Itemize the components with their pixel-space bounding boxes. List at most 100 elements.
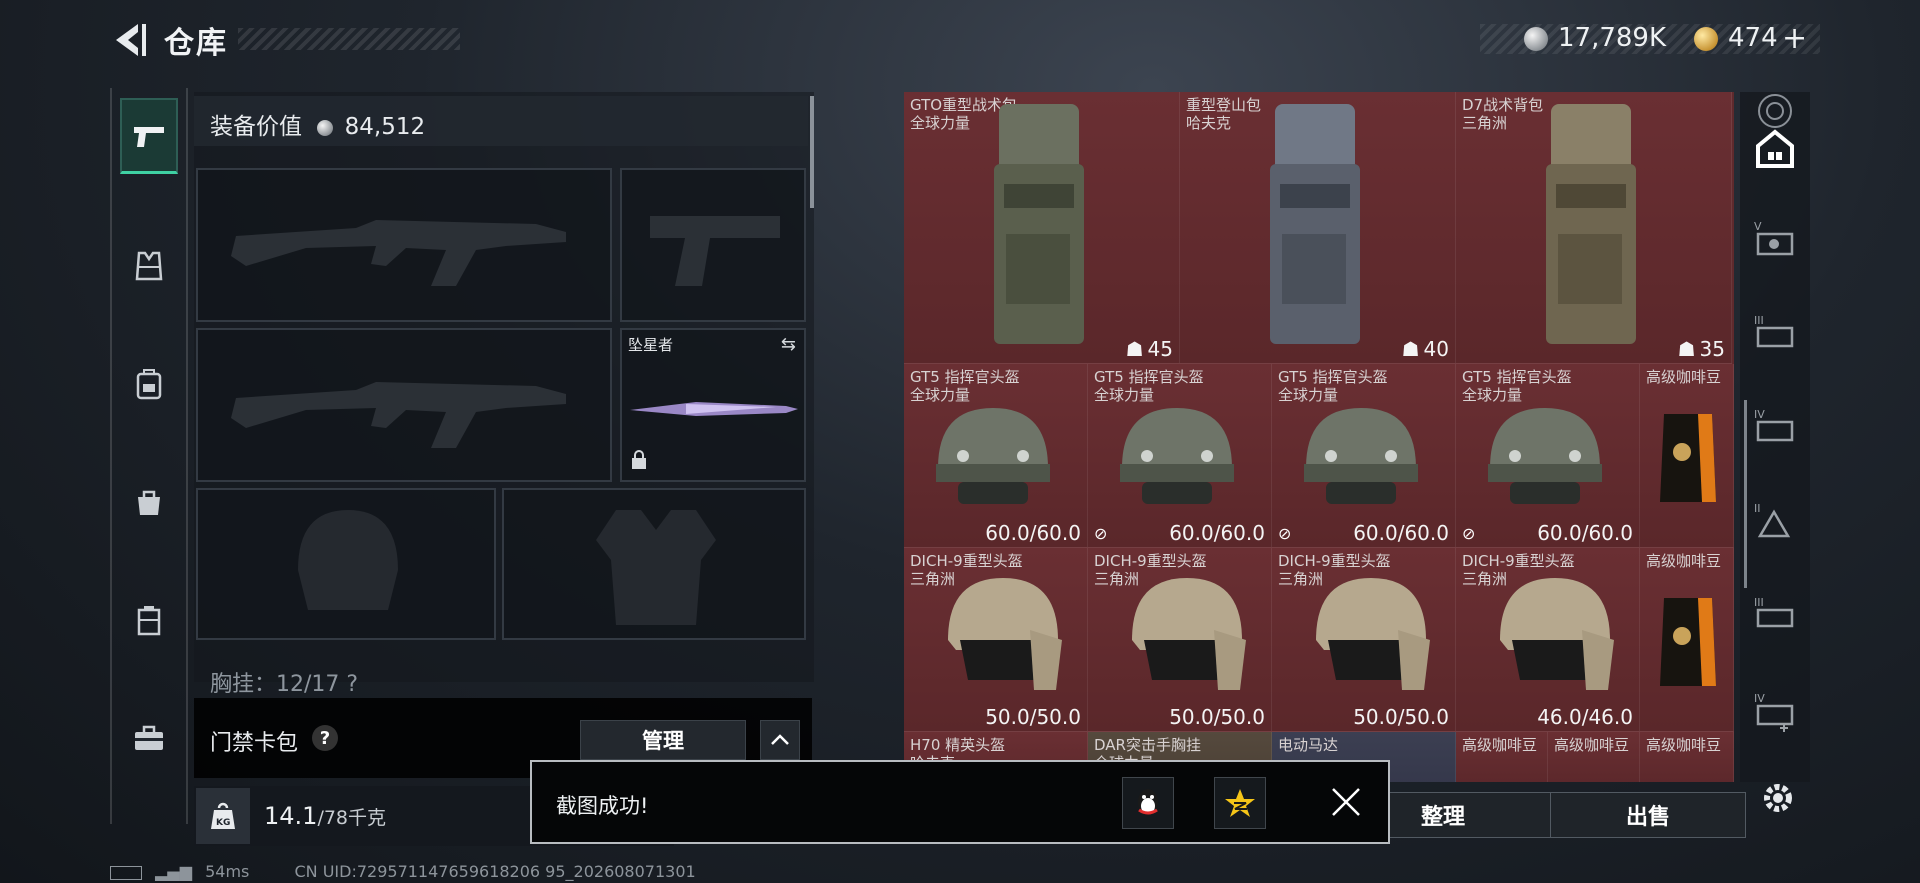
item-cell[interactable]: GT5 指挥官头盔 全球力量 ⊘ 60.0/60.0 <box>1088 364 1272 548</box>
vest-icon <box>135 251 163 281</box>
status-bar: ▂▄▆ 54ms CN UID:729571147659618206 95_20… <box>110 862 696 881</box>
add-gold-button[interactable]: + <box>1782 21 1807 56</box>
capacity-label: ☗ 45 <box>1126 337 1173 361</box>
helmet-item-icon <box>1500 578 1614 690</box>
ping-text: 54ms <box>205 862 250 881</box>
equipment-value-title: 装备价值 <box>210 114 302 140</box>
uid-text: CN UID:729571147659618206 95_20260807130… <box>294 862 696 881</box>
svg-text:III: III <box>1754 596 1764 609</box>
nav-backpack[interactable] <box>120 346 178 422</box>
item-faction: 三角洲 <box>1462 114 1508 132</box>
helmet-item-icon <box>1304 408 1418 504</box>
item-cell[interactable]: GT5 指挥官头盔 全球力量 ⊘ 60.0/60.0 <box>1272 364 1456 548</box>
item-faction: 全球力量 <box>910 114 971 132</box>
item-cell[interactable]: 高级咖啡豆 <box>1640 732 1734 782</box>
secondary-weapon-slot[interactable] <box>196 328 612 482</box>
back-icon[interactable] <box>108 18 148 62</box>
weight-icon-text: KG <box>216 818 231 828</box>
item-capacity: 35 <box>1699 337 1725 361</box>
durability: 60.0/60.0 <box>1353 521 1449 545</box>
item-name: 高级咖啡豆 <box>1646 552 1722 570</box>
helmet-item-icon <box>936 408 1050 504</box>
svg-text:IV: IV <box>1754 692 1765 705</box>
manage-button[interactable]: 管理 <box>580 720 746 760</box>
swap-icon[interactable]: ⇆ <box>781 334 796 355</box>
collapse-button[interactable] <box>760 720 800 760</box>
item-cell[interactable]: GTO重型战术包 全球力量 ☗ 45 <box>904 92 1180 364</box>
knife-icon <box>630 402 798 416</box>
help-icon[interactable]: ? <box>312 725 338 751</box>
gold-amount: 474 <box>1728 23 1778 53</box>
backpack-item-icon <box>994 104 1084 344</box>
nav-bag[interactable] <box>120 464 178 540</box>
chest-rig-capacity[interactable]: 胸挂：12/17 ? <box>210 666 358 698</box>
close-icon[interactable] <box>1330 786 1362 822</box>
helmet-item-icon <box>1316 578 1430 690</box>
loadout-scrollbar[interactable] <box>810 96 814 208</box>
item-capacity: 45 <box>1147 337 1173 361</box>
category-sidebar <box>110 88 188 824</box>
item-cell[interactable]: GT5 指挥官头盔 全球力量 60.0/60.0 <box>904 364 1088 548</box>
primary-weapon-slot[interactable] <box>196 168 612 322</box>
weight-small-icon: ☗ <box>1677 337 1696 361</box>
armor-slot[interactable] <box>502 488 806 640</box>
item-faction: 哈夫克 <box>1186 114 1232 132</box>
melee-slot[interactable]: 坠星者 ⇆ <box>620 328 806 482</box>
capacity-label: ☗ 40 <box>1402 337 1449 361</box>
storage-iii-icon[interactable]: III <box>1752 310 1798 356</box>
svg-text:IV: IV <box>1754 408 1765 421</box>
item-cell[interactable]: GT5 指挥官头盔 全球力量 ⊘ 60.0/60.0 <box>1456 364 1640 548</box>
item-cell[interactable]: DICH-9重型头盔 三角洲 46.0/46.0 <box>1456 548 1640 732</box>
weight-current: 14.1 <box>264 802 318 830</box>
coffee-bag-icon <box>1660 414 1716 502</box>
item-cell[interactable]: DICH-9重型头盔 三角洲 50.0/50.0 <box>1272 548 1456 732</box>
capacity-label: ☗ 35 <box>1678 337 1725 361</box>
armor-silhouette-icon <box>596 510 716 625</box>
pistol-slot[interactable] <box>620 168 806 322</box>
weight-max: /78千克 <box>317 807 387 829</box>
warehouse-home-icon[interactable] <box>1752 126 1798 172</box>
helmet-slot[interactable] <box>196 488 496 640</box>
item-cell[interactable]: 高级咖啡豆 <box>1548 732 1640 782</box>
backpack-icon <box>136 369 162 400</box>
item-name: 高级咖啡豆 <box>1646 368 1722 386</box>
pistol-silhouette-icon <box>650 216 780 286</box>
durability: 46.0/46.0 <box>1537 705 1633 729</box>
item-cell[interactable]: DICH-9重型头盔 三角洲 50.0/50.0 <box>904 548 1088 732</box>
share-qzone-button[interactable] <box>1214 777 1266 829</box>
equipment-value-amount: 84,512 <box>344 114 426 140</box>
storage-v-icon[interactable]: V <box>1752 216 1798 262</box>
nav-case[interactable] <box>120 582 178 658</box>
helmet-item-icon <box>948 578 1062 690</box>
item-name: 电动马达 <box>1278 736 1339 754</box>
title-decoration <box>238 28 460 50</box>
nav-chest-rig[interactable] <box>120 228 178 304</box>
page-title: 仓库 <box>164 26 228 61</box>
item-cell[interactable]: 高级咖啡豆 <box>1640 364 1734 548</box>
storage-ii-icon[interactable]: II <box>1752 498 1798 544</box>
durability: 60.0/60.0 <box>1169 521 1265 545</box>
nav-weapons[interactable] <box>120 98 178 174</box>
pistol-icon <box>134 126 164 147</box>
gold-coin-icon <box>1694 27 1718 51</box>
durability: 60.0/60.0 <box>985 521 1081 545</box>
storage-iv-add-icon[interactable]: IV <box>1752 688 1798 734</box>
equipment-value-label: 装备价值 84,512 <box>210 107 425 141</box>
item-cell[interactable]: 重型登山包 哈夫克 ☗ 40 <box>1180 92 1456 364</box>
item-cell[interactable]: 高级咖啡豆 <box>1456 732 1548 782</box>
item-cell[interactable]: DICH-9重型头盔 三角洲 50.0/50.0 <box>1088 548 1272 732</box>
storage-iii-b-icon[interactable]: III <box>1752 592 1798 638</box>
grid-scrollbar[interactable] <box>1744 400 1747 588</box>
svg-text:II: II <box>1754 502 1761 515</box>
lock-icon <box>630 450 648 474</box>
item-cell[interactable]: 高级咖啡豆 <box>1640 548 1734 732</box>
nav-toolbox[interactable] <box>120 700 178 776</box>
weight-small-icon: ☗ <box>1401 337 1420 361</box>
helmet-item-icon <box>1132 578 1246 690</box>
share-qq-button[interactable] <box>1122 777 1174 829</box>
storage-tabs: V III IV II III IV <box>1740 92 1810 782</box>
settings-gear-icon[interactable] <box>1760 780 1796 820</box>
item-cell[interactable]: D7战术背包 三角洲 ☗ 35 <box>1456 92 1732 364</box>
sell-button[interactable]: 出售 <box>1550 792 1746 838</box>
storage-iv-icon[interactable]: IV <box>1752 404 1798 450</box>
